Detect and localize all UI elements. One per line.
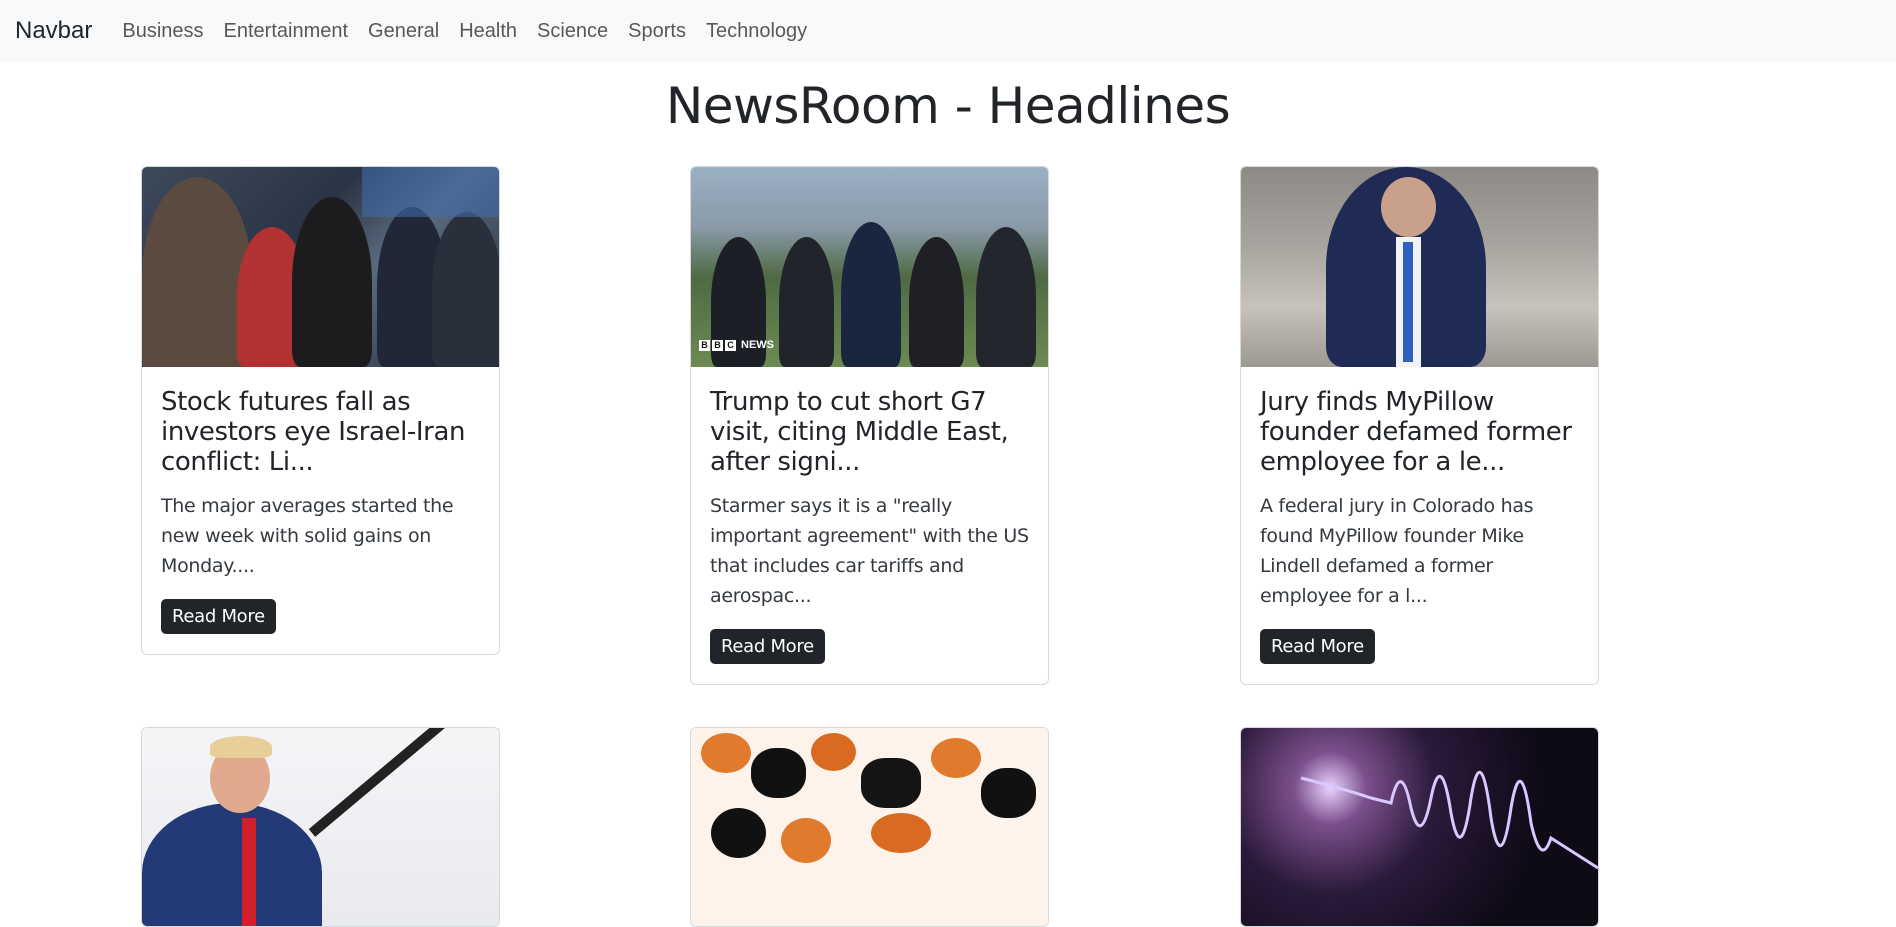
bbc-news-logo: B B C NEWS <box>699 339 774 351</box>
nav-link-science[interactable]: Science <box>537 20 608 43</box>
news-image[interactable] <box>691 728 1048 926</box>
read-more-button[interactable]: Read More <box>1260 629 1375 664</box>
nav-link-business[interactable]: Business <box>122 20 203 43</box>
card-title: Trump to cut short G7 visit, citing Midd… <box>710 387 1009 477</box>
news-image[interactable]: B B C NEWS <box>691 167 1048 367</box>
news-image[interactable] <box>1241 167 1598 367</box>
page-title: NewsRoom - Headlines <box>665 77 1231 135</box>
card-description: A federal jury in Colorado has found MyP… <box>1260 495 1534 607</box>
news-card: B B C NEWS Trump to cut short G7 visit, cit… <box>690 166 1049 685</box>
read-more-button[interactable]: Read More <box>161 599 276 634</box>
navbar: Navbar Business Entertainment General He… <box>0 0 1896 62</box>
navbar-brand[interactable]: Navbar <box>15 17 92 45</box>
wave-illustration <box>1300 770 1598 870</box>
card-title: Stock futures fall as investors eye Isra… <box>161 387 466 477</box>
news-card <box>1240 727 1599 927</box>
nav-link-sports[interactable]: Sports <box>628 20 686 43</box>
card-description: The major averages started the new week … <box>161 495 454 577</box>
card-description: Starmer says it is a "really important a… <box>710 495 1029 607</box>
card-title: Jury finds MyPillow founder defamed form… <box>1260 387 1572 477</box>
news-image[interactable] <box>142 167 499 367</box>
news-card <box>141 727 500 927</box>
read-more-button[interactable]: Read More <box>710 629 825 664</box>
nav-link-health[interactable]: Health <box>459 20 517 43</box>
nav-link-entertainment[interactable]: Entertainment <box>224 20 349 43</box>
news-image[interactable] <box>1241 728 1598 926</box>
news-card <box>690 727 1049 927</box>
nav-link-general[interactable]: General <box>368 20 439 43</box>
nav-link-technology[interactable]: Technology <box>706 20 807 43</box>
news-card: Jury finds MyPillow founder defamed form… <box>1240 166 1599 685</box>
news-card: Stock futures fall as investors eye Isra… <box>141 166 500 655</box>
news-image[interactable] <box>142 728 499 926</box>
